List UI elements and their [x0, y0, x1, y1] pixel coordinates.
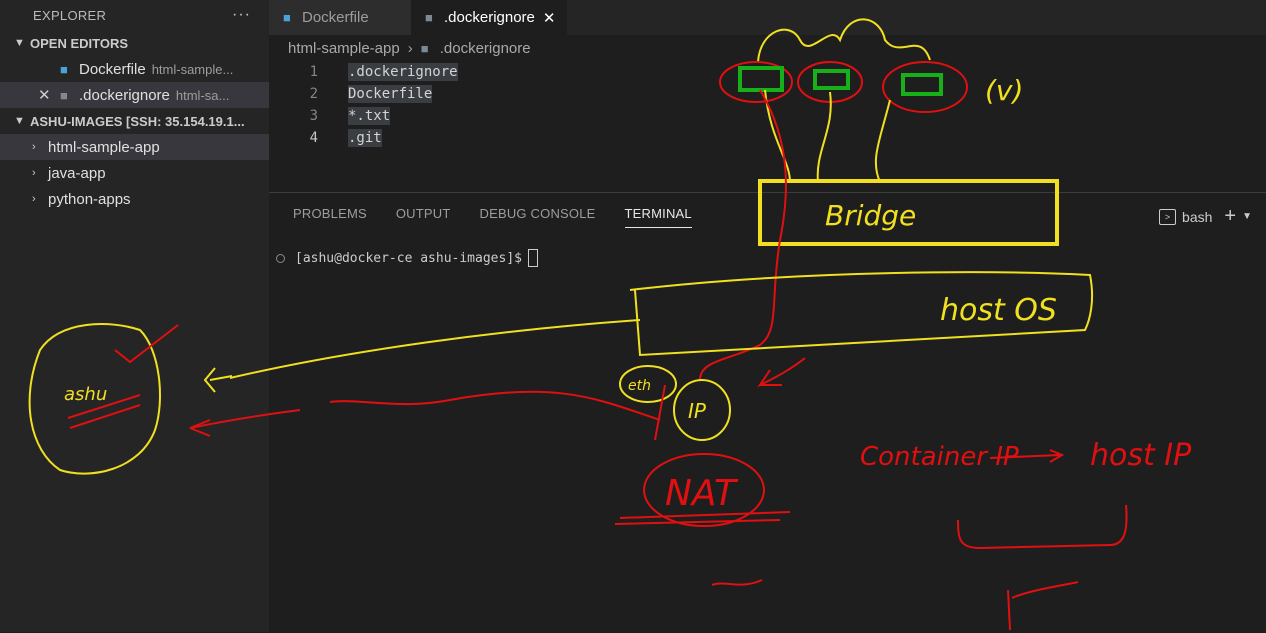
ink-text: IP [688, 399, 707, 423]
ink-stroke [67, 324, 179, 429]
ink-text: ashu [64, 384, 107, 405]
ink-stroke [957, 504, 1128, 550]
container-box [738, 66, 784, 92]
ink-text: NAT [665, 473, 739, 514]
pen-annotations: (v) Bridge host OS eth IP ashu NAT Conta… [28, 18, 1192, 631]
container-box [901, 73, 943, 96]
ink-stroke [654, 384, 666, 441]
ink-text: (v) [985, 74, 1023, 107]
container-box [813, 69, 850, 90]
ink-stroke [699, 89, 787, 381]
ink-stroke [764, 89, 891, 183]
ink-stroke [189, 390, 661, 437]
ink-stroke [711, 579, 1079, 631]
ink-text: host IP [1090, 438, 1192, 473]
ink-stroke [882, 61, 968, 113]
ink-text: host OS [940, 293, 1057, 328]
ink-stroke [757, 18, 931, 63]
ink-stroke [203, 319, 641, 393]
ink-text: eth [628, 378, 651, 394]
ink-stroke [757, 357, 806, 388]
ink-text: Bridge [825, 199, 916, 232]
